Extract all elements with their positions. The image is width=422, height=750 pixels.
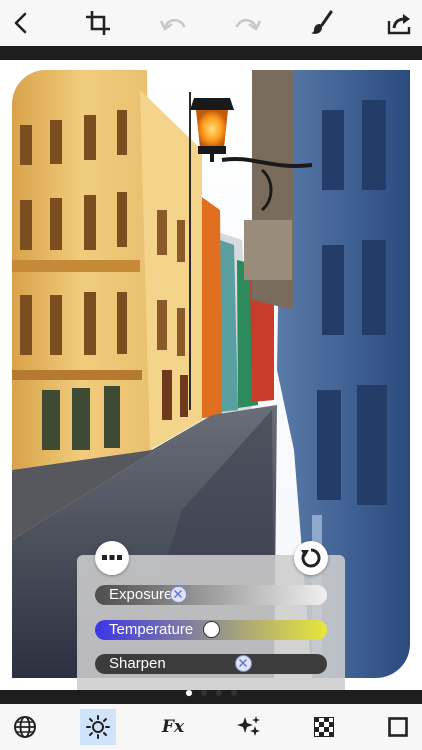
frame-tool-button[interactable] bbox=[380, 709, 416, 745]
top-toolbar bbox=[0, 0, 422, 46]
checkerboard-icon bbox=[314, 717, 334, 737]
brush-button[interactable] bbox=[307, 8, 337, 38]
page-dot[interactable] bbox=[230, 690, 237, 696]
page-dot[interactable] bbox=[200, 690, 207, 696]
page-dot[interactable] bbox=[215, 690, 222, 696]
sun-icon bbox=[86, 715, 110, 739]
adjust-menu-button[interactable] bbox=[95, 541, 129, 575]
crop-button[interactable] bbox=[83, 8, 113, 38]
page-dot[interactable] bbox=[185, 690, 192, 696]
light-tool-button[interactable] bbox=[80, 709, 116, 745]
undo-button[interactable] bbox=[158, 8, 188, 38]
square-frame-icon bbox=[388, 717, 408, 737]
sharpen-slider[interactable]: Sharpen bbox=[95, 654, 327, 674]
crop-icon bbox=[86, 11, 110, 35]
more-dots-icon bbox=[102, 555, 122, 560]
redo-icon bbox=[235, 18, 262, 31]
back-button[interactable] bbox=[6, 8, 36, 38]
back-icon bbox=[14, 12, 27, 34]
adjustments-panel: Exposure Temperature Sharpen bbox=[77, 541, 345, 706]
temperature-slider[interactable]: Temperature bbox=[95, 620, 327, 640]
sharpen-slider-thumb[interactable] bbox=[235, 655, 252, 672]
bottom-toolbar: Fx bbox=[0, 704, 422, 750]
share-button[interactable] bbox=[385, 8, 415, 38]
exposure-label: Exposure bbox=[109, 586, 173, 603]
effects-tool-button[interactable]: Fx bbox=[155, 709, 191, 745]
undo-icon bbox=[159, 18, 186, 31]
sparkles-icon bbox=[237, 716, 260, 736]
temperature-slider-thumb[interactable] bbox=[203, 621, 220, 638]
brush-icon bbox=[311, 10, 333, 34]
stars-tool-button[interactable] bbox=[231, 709, 267, 745]
fx-icon: Fx bbox=[161, 717, 185, 737]
exposure-slider[interactable]: Exposure bbox=[95, 585, 327, 605]
reset-button[interactable] bbox=[294, 541, 328, 575]
reset-icon bbox=[301, 548, 321, 568]
temperature-label: Temperature bbox=[109, 621, 194, 638]
exposure-slider-thumb[interactable] bbox=[170, 586, 187, 603]
redo-button[interactable] bbox=[233, 8, 263, 38]
texture-tool-button[interactable] bbox=[306, 709, 342, 745]
top-divider-strip bbox=[0, 46, 422, 60]
page-indicator bbox=[0, 686, 422, 700]
globe-tool-button[interactable] bbox=[7, 709, 43, 745]
sharpen-label: Sharpen bbox=[109, 655, 166, 672]
share-icon bbox=[387, 14, 411, 35]
globe-icon bbox=[14, 716, 36, 738]
